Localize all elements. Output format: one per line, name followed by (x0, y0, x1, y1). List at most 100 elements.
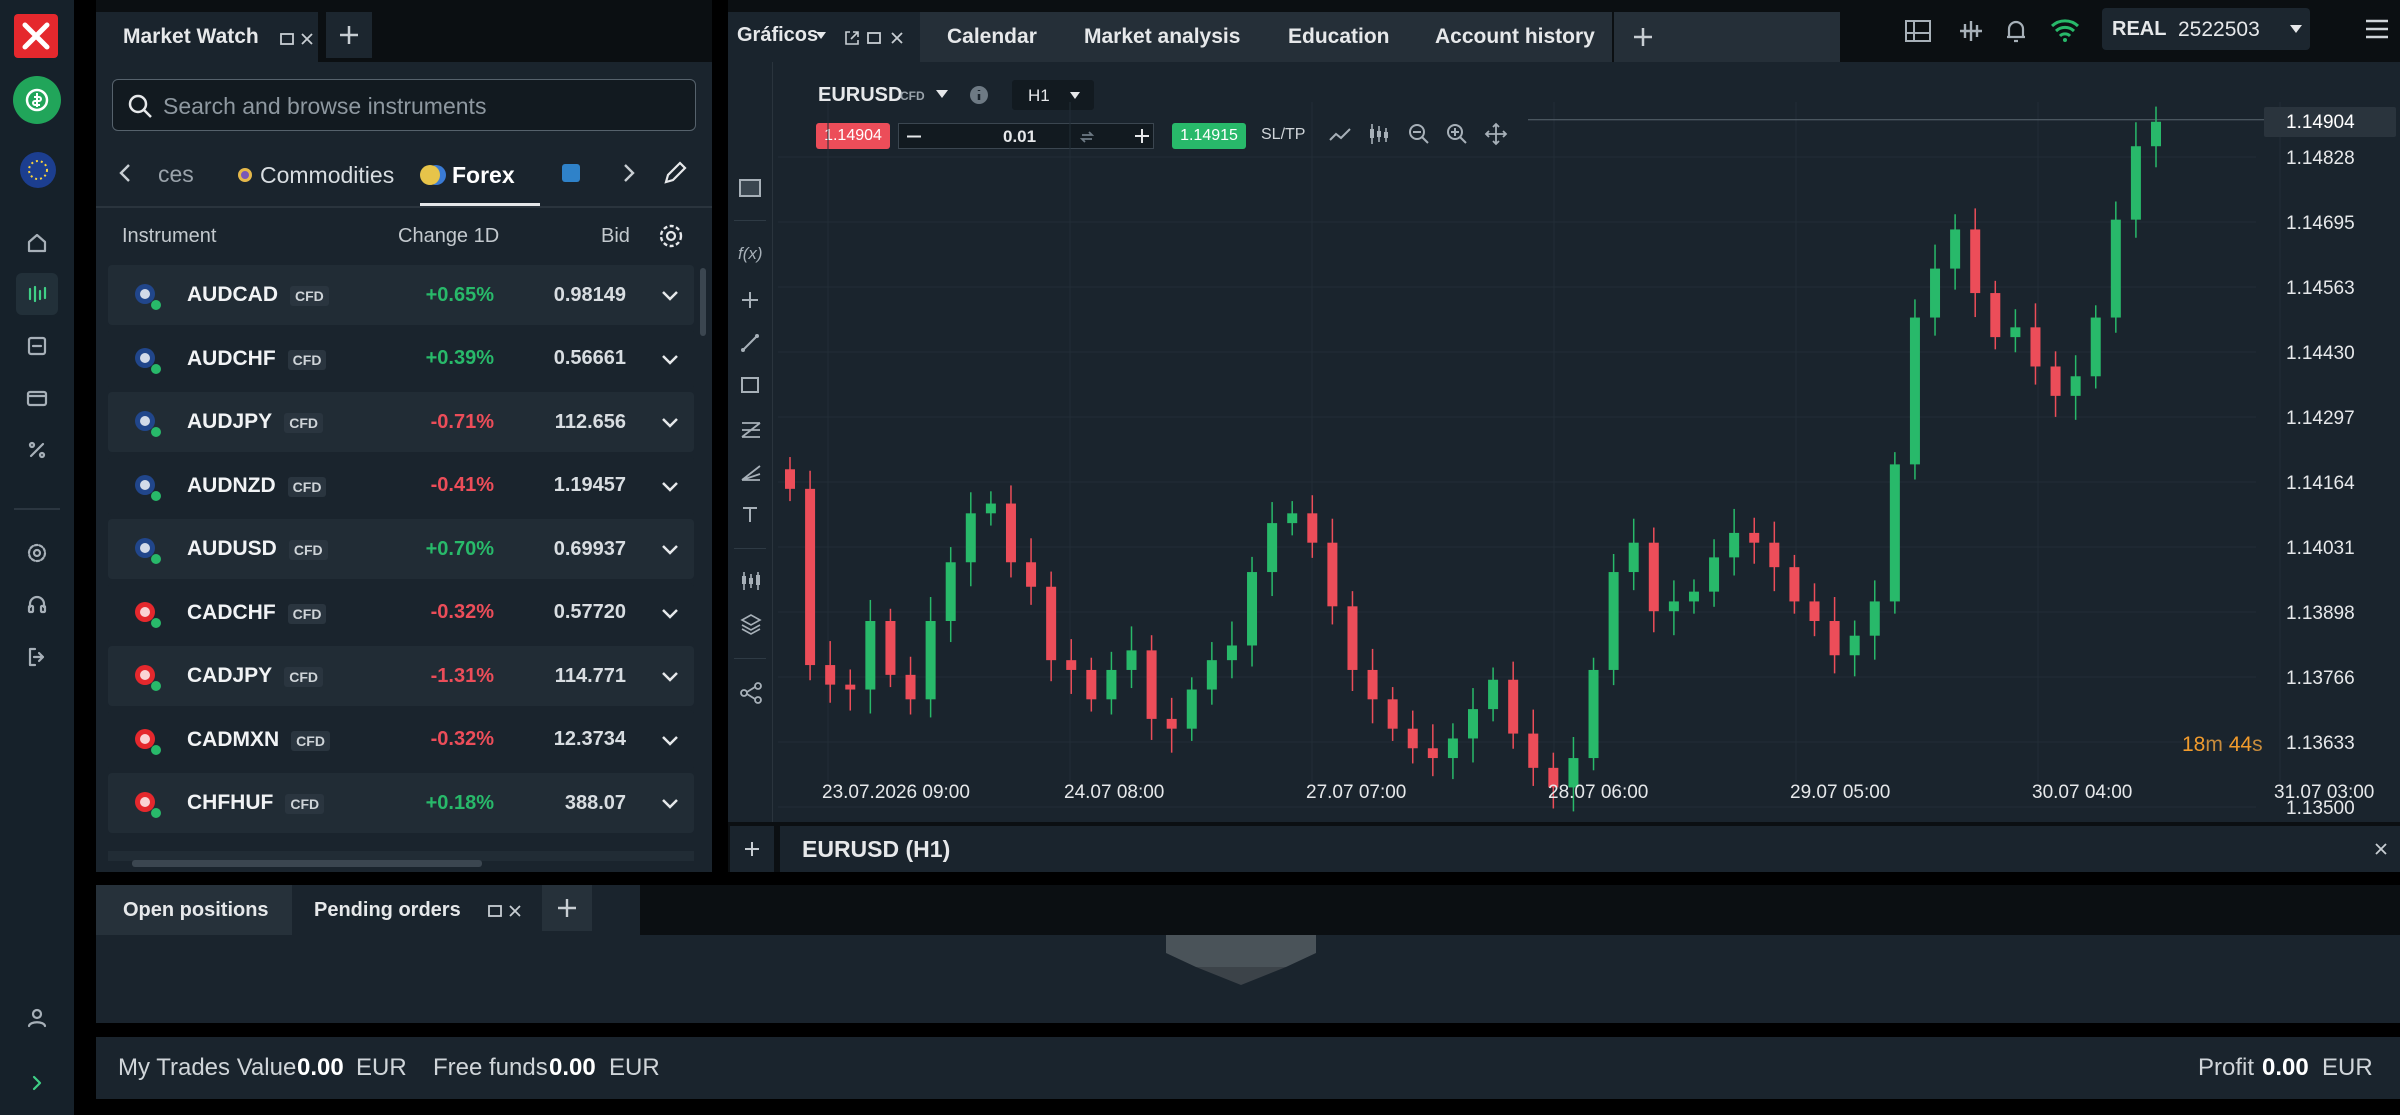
maximize-icon[interactable] (488, 904, 502, 918)
maximize-icon[interactable] (280, 32, 294, 46)
add-chart-button[interactable] (730, 826, 774, 872)
tab-education[interactable]: Education (1288, 25, 1390, 49)
x-tick-label: 28.07 06:00 (1548, 782, 1648, 803)
close-icon[interactable] (2374, 842, 2388, 856)
candle (1950, 214, 1961, 290)
add-tab-button[interactable] (326, 12, 372, 58)
xtb-logo[interactable] (14, 14, 58, 58)
candle (2110, 201, 2121, 333)
instrument-row[interactable]: AUDCHF CFD +0.39% 0.56661 (108, 328, 694, 389)
market-watch-tab[interactable]: Market Watch (96, 12, 318, 62)
instrument-row[interactable]: CADCHF CFD -0.32% 0.57720 (108, 582, 694, 643)
col-bid[interactable]: Bid (601, 225, 630, 248)
candle (1206, 642, 1217, 705)
currency-flag-icon (134, 347, 162, 375)
candle (785, 457, 795, 502)
home-icon[interactable] (16, 222, 58, 264)
candle (1287, 501, 1298, 536)
instrument-row[interactable]: CHFHUF CFD +0.18% 388.07 (108, 773, 694, 833)
chart-window: Gráficos Calendar Market analysis Educat… (728, 0, 2400, 872)
chevron-down-icon[interactable] (660, 603, 680, 623)
bid-price: 388.07 (564, 791, 626, 814)
expand-rail-icon[interactable] (16, 1062, 58, 1104)
layout-icon[interactable] (1904, 19, 1932, 43)
vertical-scrollbar[interactable] (700, 268, 706, 336)
candle (865, 599, 876, 714)
price-chart[interactable]: 1.14828 1.14695 1.14563 1.14430 1.14297 1.141… (728, 62, 2400, 832)
chevron-down-icon[interactable] (660, 730, 680, 750)
chevron-down-icon[interactable] (660, 412, 680, 432)
stocks-icon[interactable] (562, 164, 580, 182)
trading-signals-icon[interactable] (1956, 18, 1986, 44)
chevron-down-icon[interactable] (660, 476, 680, 496)
portfolio-icon[interactable] (16, 325, 58, 367)
candle (1468, 688, 1478, 763)
wallet-icon[interactable] (16, 377, 58, 419)
instrument-symbol: CADJPY CFD (187, 664, 323, 688)
candle (1628, 518, 1639, 591)
close-icon[interactable] (300, 32, 314, 46)
tab-account-history[interactable]: Account history (1435, 25, 1595, 49)
popout-icon[interactable] (844, 30, 860, 46)
cfd-badge: CFD (290, 286, 329, 306)
candle (985, 491, 996, 526)
instrument-row[interactable]: AUDUSD CFD +0.70% 0.69937 (108, 519, 694, 579)
tab-charts[interactable]: Gráficos (728, 12, 920, 62)
bell-icon[interactable] (2004, 17, 2028, 45)
candle (1106, 651, 1117, 715)
add-tab-button[interactable] (1616, 12, 1670, 62)
cfd-badge: CFD (284, 667, 323, 687)
maximize-icon[interactable] (867, 31, 881, 45)
support-icon[interactable] (16, 584, 58, 626)
change-1d: +0.65% (425, 283, 494, 306)
add-tab-button[interactable] (542, 885, 592, 931)
candle (1729, 508, 1740, 576)
bid-price: 0.69937 (553, 537, 626, 560)
candle (1407, 710, 1418, 764)
logout-icon[interactable] (16, 636, 58, 678)
tab-market-analysis[interactable]: Market analysis (1084, 25, 1240, 49)
candle (2070, 355, 2081, 420)
chevron-down-icon[interactable] (660, 793, 680, 813)
chevron-down-icon[interactable] (660, 539, 680, 559)
instrument-row[interactable]: CADMXN CFD -0.32% 12.3734 (108, 709, 694, 770)
candle (2151, 106, 2161, 168)
settings-icon[interactable] (16, 532, 58, 574)
tab-calendar[interactable]: Calendar (947, 25, 1037, 49)
caret-down-icon[interactable] (816, 32, 826, 40)
instrument-row[interactable]: AUDCAD CFD +0.65% 0.98149 (108, 265, 694, 325)
chevron-right-icon[interactable] (622, 162, 636, 184)
category-tab-forex[interactable]: Forex (420, 160, 515, 190)
category-tab-partial[interactable]: ces (158, 161, 194, 188)
category-tab-commodities[interactable]: Commodities (238, 160, 394, 190)
account-selector[interactable]: REAL 2522503 (2102, 8, 2310, 50)
candle (905, 656, 916, 715)
edit-pencil-icon[interactable] (662, 160, 688, 186)
eu-flag-icon[interactable] (20, 152, 56, 188)
chevron-down-icon[interactable] (660, 285, 680, 305)
col-change[interactable]: Change 1D (398, 225, 499, 248)
bid-price: 0.56661 (553, 347, 626, 369)
candle (1829, 597, 1840, 674)
percent-icon[interactable] (16, 429, 58, 471)
instrument-row[interactable]: AUDJPY CFD -0.71% 112.656 (108, 392, 694, 452)
markets-icon[interactable] (16, 273, 58, 315)
horizontal-scrollbar[interactable] (132, 860, 482, 867)
instrument-row[interactable]: CADJPY CFD -1.31% 114.771 (108, 646, 694, 706)
instrument-row[interactable]: AUDNZD CFD -0.41% 1.19457 (108, 455, 694, 516)
free-funds-label: Free funds (433, 1054, 548, 1081)
search-input[interactable]: Search and browse instruments (112, 79, 696, 131)
chevron-left-icon[interactable] (118, 162, 132, 184)
columns-settings-icon[interactable] (658, 223, 684, 249)
deposit-icon[interactable] (13, 76, 61, 124)
currency-flag-icon (134, 474, 162, 502)
close-icon[interactable] (508, 904, 522, 918)
close-icon[interactable] (890, 31, 904, 45)
y-tick-label: 1.13766 (2286, 668, 2355, 689)
tab-open-positions-label: Open positions (123, 899, 269, 921)
tab-open-positions[interactable]: Open positions (96, 885, 292, 935)
user-icon[interactable] (16, 997, 58, 1039)
chevron-down-icon[interactable] (660, 666, 680, 686)
menu-icon[interactable] (2364, 18, 2390, 40)
chevron-down-icon[interactable] (660, 349, 680, 369)
